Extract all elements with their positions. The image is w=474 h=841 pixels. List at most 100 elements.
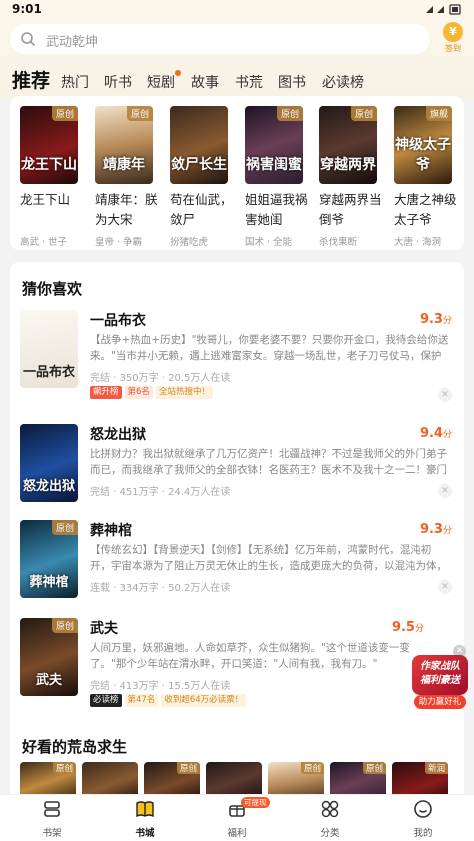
book-cover: 原创武夫 [20, 618, 78, 696]
book-description: 【传统玄幻】【背景逆天】【剑修】【无系统】亿万年前，鸿蒙时代，混沌初开，宇宙本源… [90, 544, 447, 572]
list-item[interactable]: 一品布衣 一品布衣 9.3分 【战争+热血+历史】"牧哥儿，你要老婆不要？只要你… [10, 310, 464, 406]
recommend-list: 猜你喜欢 一品布衣 一品布衣 9.3分 【战争+热血+历史】"牧哥儿，你要老婆不… [10, 262, 464, 802]
score-value: 9.3 [419, 522, 443, 537]
book-tag: 新润 [424, 762, 448, 774]
book-score: 9.4分 [420, 426, 452, 441]
book-tag: 原创 [51, 520, 78, 535]
new-dot-icon [175, 70, 181, 76]
book-score: 9.3分 [420, 312, 452, 327]
list-item[interactable]: 原创 葬神棺 葬神棺 9.3分 【传统玄幻】【背景逆天】【剑修】【无系统】亿万年前… [10, 520, 464, 616]
tab-recommend[interactable]: 推荐 [9, 66, 50, 93]
tab-shortdrama[interactable]: 短剧 [147, 70, 181, 92]
checkin-button[interactable]: ¥ 签到 [440, 22, 466, 56]
score-value: 9.4 [419, 426, 443, 441]
book-meta: 完结 · 451万字 · 24.4万人在读 [90, 487, 231, 498]
book-cover: 原创葬神棺 [20, 520, 78, 598]
bookstore-icon [136, 801, 154, 818]
nav-bookstore[interactable]: 书城 [115, 799, 175, 839]
checkin-label: 签到 [445, 44, 461, 53]
bookshelf-icon [44, 801, 60, 817]
book-genre: 皇帝 · 争霸 [95, 237, 143, 248]
ad-label: 助力赢好礼 [414, 695, 466, 709]
book-genre: 国术 · 全能 [245, 237, 293, 248]
bottom-nav: 书架 书城 可提现 福利 分类 我的 [0, 794, 474, 841]
tab-book-shortage[interactable]: 书荒 [235, 72, 263, 92]
nav-category[interactable]: 分类 [300, 799, 360, 839]
featured-book[interactable]: 原创 穿越两界 穿越两界当倒爷 杀伐果断 [319, 106, 383, 248]
category-icon [321, 800, 339, 818]
book-meta: 完结 · 413万字 · 15.5万人在读 [90, 681, 231, 692]
score-unit: 分 [414, 624, 424, 634]
floating-ad[interactable]: ✕ 作家战队 福利豪送 助力赢好礼 [412, 645, 468, 711]
cover-title: 祸害闺蜜 [246, 157, 302, 173]
featured-carousel: 原创 龙王下山 龙王下山 高武 · 世子 原创 靖康年 靖康年：朕为大宋 皇帝 · … [10, 96, 464, 250]
status-bar: 9:01 [0, 0, 474, 18]
list-item[interactable]: 怒龙出狱 怒龙出狱 9.4分 比拼财力？我出狱就继承了几万亿资产！北疆战神？不过… [10, 424, 464, 520]
book-meta: 完结 · 350万字 · 20.5万人在读 [90, 373, 231, 384]
featured-book[interactable]: 旗舰 神级太子爷 大唐之神级太子爷 大唐 · 海洞 [394, 106, 458, 248]
score-unit: 分 [442, 430, 452, 440]
book-title: 葬神棺 [90, 523, 132, 539]
signal-wifi-battery-icon [426, 4, 461, 15]
tab-books[interactable]: 图书 [278, 72, 306, 92]
book-description: 【战争+热血+历史】"牧哥儿，你要老婆不要？只要你开金口，我待会给你送来。"当市… [90, 334, 449, 362]
dismiss-icon[interactable]: ✕ [438, 388, 452, 402]
nav-label: 福利 [227, 828, 247, 839]
status-time: 9:01 [12, 2, 42, 16]
search-icon [21, 32, 35, 46]
book-cover: 原创 靖康年 [95, 106, 153, 184]
book-cover: 旗舰 神级太子爷 [394, 106, 452, 184]
dismiss-icon[interactable]: ✕ [438, 484, 452, 498]
book-genre: 高武 · 世子 [20, 237, 68, 248]
badge-row: 飙升榜 第6名 全站热搜中！ [90, 386, 216, 400]
book-title: 靖康年：朕为大宋 [95, 192, 158, 227]
section-title: 好看的荒岛求生 [22, 738, 128, 756]
trend-badge: 全站热搜中！ [155, 386, 213, 399]
featured-book[interactable]: 敛尸长生 苟在仙武，敛尸 扮猪吃虎 [170, 106, 234, 248]
search-input[interactable]: 武动乾坤 [10, 24, 430, 54]
featured-book[interactable]: 原创 靖康年 靖康年：朕为大宋 皇帝 · 争霸 [95, 106, 159, 248]
score-value: 9.5 [391, 620, 415, 635]
tab-audiobook[interactable]: 听书 [104, 72, 132, 92]
header: 武动乾坤 ¥ 签到 推荐 热门 听书 短剧 故事 书荒 图书 必读榜 [0, 18, 474, 98]
cover-title: 神级太子爷 [395, 137, 451, 173]
tab-stories[interactable]: 故事 [191, 72, 219, 92]
score-unit: 分 [442, 526, 452, 536]
rank-badge: 飙升榜 [90, 386, 122, 399]
book-title: 穿越两界当倒爷 [319, 192, 382, 227]
book-description: 人间万里，妖邪遍地。人命如草芥，众生似猪狗。"这个世道该变一变了。"那个少年站在… [90, 642, 410, 670]
cover-title: 葬神棺 [29, 575, 69, 590]
cover-title: 武夫 [35, 673, 62, 688]
search-placeholder: 武动乾坤 [46, 35, 99, 50]
featured-book[interactable]: 原创 龙王下山 龙王下山 高武 · 世子 [20, 106, 84, 248]
book-title: 苟在仙武，敛尸 [170, 192, 233, 227]
category-tabs: 推荐 热门 听书 短剧 故事 书荒 图书 必读榜 [0, 64, 474, 94]
featured-book[interactable]: 原创 祸害闺蜜 姐姐逼我祸害她闺 国术 · 全能 [245, 106, 309, 248]
book-tag: 原创 [350, 106, 377, 121]
nav-profile[interactable]: 我的 [393, 799, 453, 839]
book-tag: 原创 [52, 762, 76, 774]
profile-icon [414, 800, 432, 818]
cover-title: 龙王下山 [21, 157, 77, 173]
book-cover: 怒龙出狱 [20, 424, 78, 502]
ad-line-1: 作家战队 [420, 661, 460, 672]
book-title: 怒龙出狱 [90, 427, 146, 443]
book-genre: 扮猪吃虎 [170, 237, 209, 248]
tab-must-read[interactable]: 必读榜 [322, 72, 364, 92]
book-tag: 原创 [51, 618, 78, 633]
coin-icon: ¥ [443, 22, 463, 42]
nav-label: 书架 [42, 828, 62, 839]
nav-bookshelf[interactable]: 书架 [22, 799, 82, 839]
book-title: 一品布衣 [90, 313, 146, 329]
nav-welfare[interactable]: 可提现 福利 [207, 797, 270, 839]
ad-line-2: 福利豪送 [420, 675, 460, 686]
book-title: 龙王下山 [20, 192, 71, 207]
list-item[interactable]: 原创武夫 武夫 9.5分 人间万里，妖邪遍地。人命如草芥，众生似猪狗。"这个世道… [10, 618, 464, 714]
dismiss-icon[interactable]: ✕ [438, 580, 452, 594]
book-cover: 原创 祸害闺蜜 [245, 106, 303, 184]
ad-banner: 作家战队 福利豪送 [412, 655, 468, 695]
tab-hot[interactable]: 热门 [61, 72, 89, 92]
book-cover: 原创 龙王下山 [20, 106, 78, 184]
score-value: 9.3 [419, 312, 443, 327]
withdraw-badge: 可提现 [241, 797, 270, 808]
